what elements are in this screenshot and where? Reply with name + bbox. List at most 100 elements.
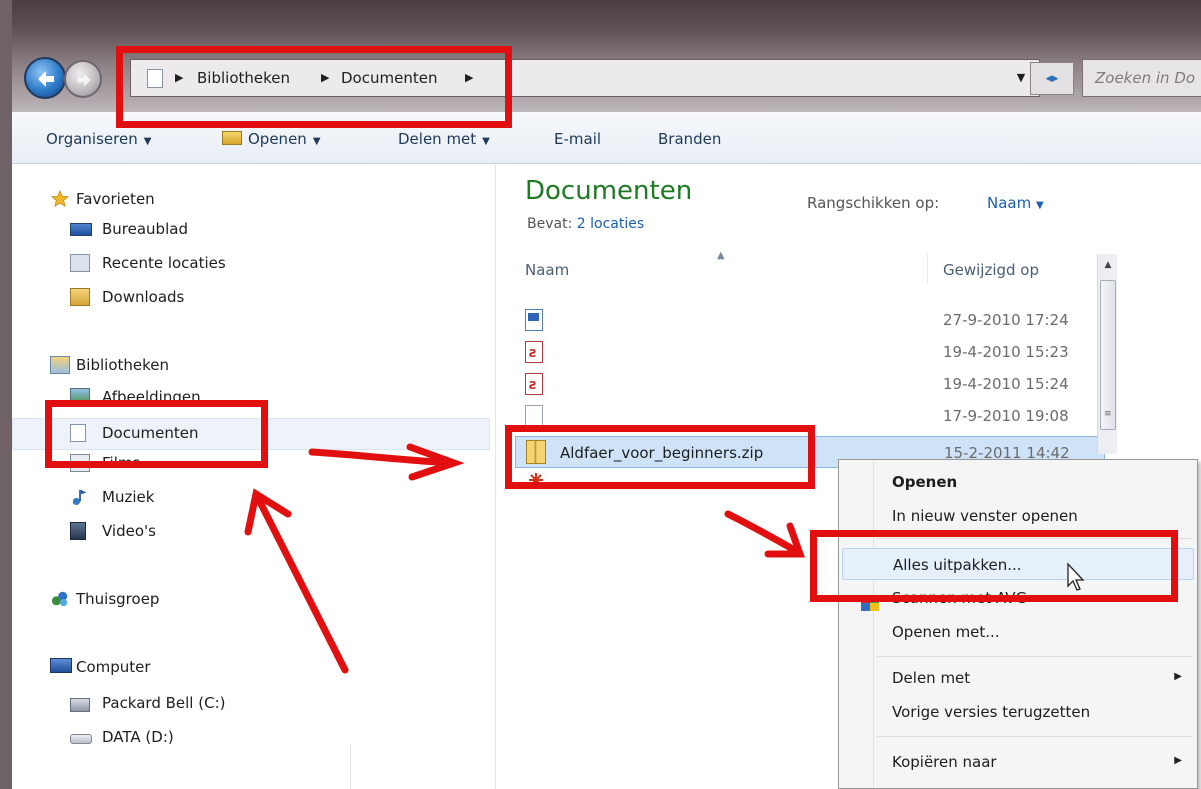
divider (350, 744, 351, 789)
scroll-thumb[interactable]: ≡ (1100, 280, 1116, 430)
nav-recente-locaties[interactable]: Recente locaties (12, 250, 252, 280)
context-menu: Openen In nieuw venster openen Alles uit… (838, 459, 1198, 789)
menu-label: Delen met (892, 669, 971, 687)
libraries-icon (50, 356, 70, 374)
nav-label: Thuisgroep (76, 590, 160, 608)
chevron-down-icon: ▼ (143, 136, 152, 147)
nav-label: Bibliotheken (76, 356, 169, 374)
chevron-down-icon: ▼ (1036, 200, 1044, 211)
burn-button[interactable]: Branden (658, 130, 721, 148)
nav-muziek[interactable]: Muziek (12, 484, 212, 514)
menu-item-copy-to[interactable]: Kopiëren naar ▶ (842, 746, 1194, 778)
subtitle-prefix: Bevat: (527, 216, 573, 232)
desktop-icon (70, 223, 92, 236)
arrow-right-icon (77, 73, 91, 87)
downloads-folder-icon (70, 288, 90, 306)
menu-item-open-new-window[interactable]: In nieuw venster openen (842, 500, 1194, 532)
email-button[interactable]: E-mail (554, 130, 601, 148)
scroll-up-button[interactable]: ▲ (1098, 254, 1118, 276)
nav-label: Packard Bell (C:) (102, 694, 226, 712)
annotation-box-address (116, 46, 512, 128)
arrow-left-icon (38, 71, 54, 87)
file-row[interactable]: 27-9-2010 17:24 (515, 306, 1105, 334)
forward-button[interactable] (64, 60, 102, 98)
menu-label: Openen (892, 473, 958, 491)
sort-ascending-icon: ▲ (717, 250, 725, 261)
preview-pane (1117, 164, 1201, 464)
menu-separator (877, 736, 1192, 737)
share-menu[interactable]: Delen met ▼ (398, 130, 490, 148)
nav-bibliotheken[interactable]: Bibliotheken (12, 352, 212, 382)
nav-favorieten[interactable]: Favorieten (12, 186, 212, 216)
nav-bureaublad[interactable]: Bureaublad (12, 216, 212, 246)
nav-label: Video's (102, 522, 156, 540)
menu-item-share-with[interactable]: Delen met ▶ (842, 662, 1194, 694)
menu-item-open[interactable]: Openen (842, 466, 1194, 498)
share-label: Delen met (398, 130, 477, 148)
recent-places-icon (70, 254, 90, 272)
system-drive-icon (70, 698, 90, 712)
column-divider[interactable] (927, 254, 928, 284)
open-menu[interactable]: Openen ▼ (222, 130, 321, 148)
column-header-modified[interactable]: Gewijzigd op (943, 261, 1039, 279)
menu-label: Kopiëren naar (892, 753, 997, 771)
refresh-icon: ◂▸ (1045, 71, 1059, 86)
chevron-right-icon: ▶ (1174, 671, 1182, 682)
chevron-down-icon: ▼ (312, 136, 321, 147)
address-history-dropdown[interactable]: ▼ (1010, 64, 1032, 92)
file-row[interactable]: Ƨ 19-4-2010 15:23 (515, 338, 1105, 366)
vertical-scrollbar[interactable]: ▲ ≡ (1097, 254, 1117, 454)
grip-icon: ≡ (1104, 409, 1112, 419)
chevron-down-icon: ▼ (482, 136, 490, 147)
nav-label: Bureaublad (102, 220, 188, 238)
annotation-box-zip-file (505, 425, 815, 489)
chevron-right-icon: ▶ (1174, 755, 1182, 766)
organize-label: Organiseren (46, 130, 138, 148)
file-row[interactable]: Ƨ 19-4-2010 15:24 (515, 370, 1105, 398)
locations-link[interactable]: 2 locaties (577, 216, 644, 232)
nav-drive-d[interactable]: DATA (D:) (12, 724, 212, 754)
window-edge (0, 0, 12, 789)
videos-icon (70, 522, 86, 540)
menu-item-open-with[interactable]: Openen met... (842, 616, 1194, 648)
search-input[interactable]: Zoeken in Do (1082, 59, 1201, 97)
nav-label: Recente locaties (102, 254, 226, 272)
menu-label: In nieuw venster openen (892, 507, 1078, 525)
folder-icon (222, 131, 242, 145)
star-icon (50, 190, 70, 207)
menu-label: Openen met... (892, 623, 1000, 641)
word-doc-icon (525, 309, 543, 331)
nav-thuisgroep[interactable]: Thuisgroep (12, 586, 212, 616)
nav-drive-c[interactable]: Packard Bell (C:) (12, 690, 252, 720)
computer-icon (50, 658, 72, 673)
sort-dropdown[interactable]: Naam ▼ (987, 194, 1044, 212)
file-date: 19-4-2010 15:23 (943, 343, 1069, 361)
column-header-name[interactable]: Naam (525, 261, 569, 279)
library-subtitle: Bevat: 2 locaties (527, 216, 644, 232)
homegroup-icon (51, 591, 68, 607)
annotation-box-extract-all (810, 530, 1178, 602)
file-date: 17-9-2010 19:08 (943, 407, 1069, 425)
nav-label: DATA (D:) (102, 728, 174, 746)
nav-label: Downloads (102, 288, 185, 306)
blank-file-icon (525, 405, 543, 427)
menu-item-restore-versions[interactable]: Vorige versies terugzetten (842, 696, 1194, 728)
file-date: 19-4-2010 15:24 (943, 375, 1069, 393)
drive-icon (70, 734, 92, 744)
pdf-icon: Ƨ (525, 373, 543, 395)
menu-label: Vorige versies terugzetten (892, 703, 1091, 721)
refresh-button[interactable]: ◂▸ (1030, 62, 1074, 95)
library-title: Documenten (525, 176, 693, 206)
nav-label: Muziek (102, 488, 155, 506)
annotation-box-documenten (45, 400, 268, 468)
nav-computer[interactable]: Computer (12, 654, 212, 684)
nav-label: Favorieten (76, 190, 155, 208)
open-label: Openen (248, 130, 307, 148)
music-note-icon (72, 489, 87, 506)
sort-value: Naam (987, 194, 1032, 212)
nav-downloads[interactable]: Downloads (12, 284, 212, 314)
nav-label: Computer (76, 658, 151, 676)
organize-menu[interactable]: Organiseren ▼ (46, 130, 151, 148)
back-button[interactable] (24, 57, 66, 99)
nav-videos[interactable]: Video's (12, 518, 212, 548)
